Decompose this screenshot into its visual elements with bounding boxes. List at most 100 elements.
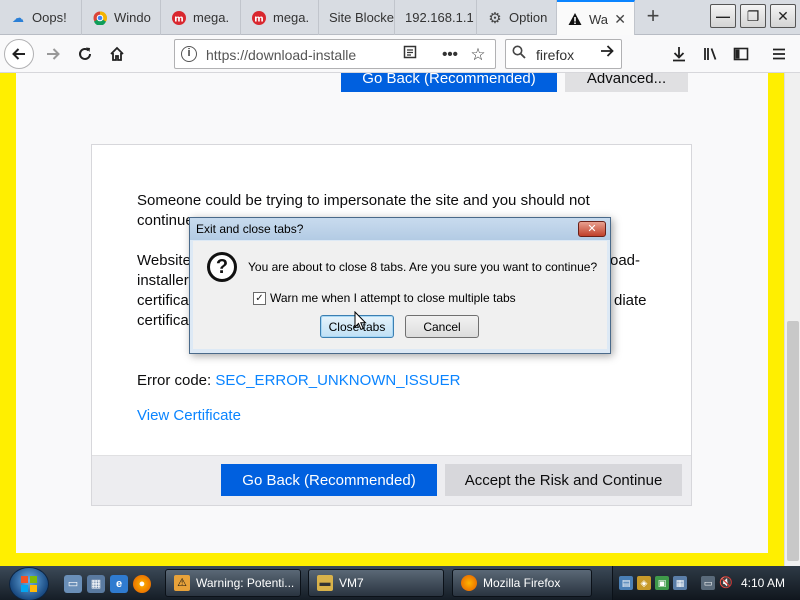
go-back-button[interactable]: Go Back (Recommended) [221,464,437,496]
gear-icon: ⚙ [488,9,502,27]
firefox-icon [461,575,477,591]
dialog-close-button[interactable]: ✕ [578,221,606,237]
cloud-icon: ☁ [12,10,24,25]
dialog-title: Exit and close tabs? [196,222,304,236]
mouse-cursor-icon [354,311,367,331]
tab-warning[interactable]: Wa ✕ [557,0,635,36]
tab-label: mega. [273,10,310,25]
info-icon[interactable]: i [181,46,197,62]
website-text-line-3: certifica [137,292,189,309]
svg-text:m: m [174,14,183,24]
firefox-quicklaunch-icon[interactable]: ● [133,575,151,593]
close-tabs-dialog: Exit and close tabs? ✕ ? You are about t… [189,217,611,354]
scrollbar-thumb[interactable] [787,321,799,561]
volume-muted-icon[interactable]: 🔇 [719,576,733,590]
close-window-button[interactable]: ✕ [770,4,796,28]
tab-oops[interactable]: ☁ Oops! [0,0,82,35]
dialog-titlebar[interactable]: Exit and close tabs? ✕ [190,218,610,240]
svg-text:m: m [254,14,263,24]
tab-windows[interactable]: Windo [82,0,161,35]
warn-checkbox-label: Warn me when I attempt to close multiple… [270,291,516,305]
warn-checkbox[interactable]: ✓ [253,291,266,305]
url-bar[interactable]: i https://download-installe ••• ☆ [174,39,496,69]
taskbar-item-label: VM7 [339,576,364,590]
new-tab-button[interactable]: + [640,4,666,30]
monitor-tray-icon[interactable]: ▭ [701,576,715,590]
folder-icon: ▬ [317,575,333,591]
tab-close-icon[interactable]: ✕ [614,11,626,28]
network-tray-icon[interactable]: ▤ [619,576,633,590]
forward-button[interactable] [40,41,66,67]
library-button[interactable] [698,41,724,67]
bookmark-star-icon[interactable]: ☆ [467,44,489,66]
top-go-back-button[interactable]: Go Back (Recommended) [341,73,557,92]
arrow-right-icon [47,48,60,60]
view-certificate-link[interactable]: View Certificate [137,406,241,426]
website-text-right-1: oad- [610,252,641,269]
error-code-label: Error code: [137,372,216,389]
tab-site-blocker[interactable]: Site Blocke [319,0,395,35]
restore-button[interactable]: ❐ [740,4,766,28]
tab-label: 192.168.1.1 [405,10,474,25]
warn-checkbox-row[interactable]: ✓ Warn me when I attempt to close multip… [253,291,516,305]
cancel-button[interactable]: Cancel [405,315,479,338]
panel-footer: Go Back (Recommended) Accept the Risk an… [92,455,691,505]
navigation-toolbar: i https://download-installe ••• ☆ firefo… [0,35,800,73]
back-button[interactable] [4,39,34,69]
page-actions-icon[interactable]: ••• [439,44,461,66]
firefox-warning-icon: ⚠ [174,575,190,591]
reload-button[interactable] [72,41,98,67]
downloads-button[interactable] [666,41,692,67]
arrow-left-icon [12,48,25,60]
search-icon [512,45,526,63]
chrome-icon [92,10,108,26]
security-tray-icon[interactable]: ◈ [637,576,651,590]
tab-label: Windo [114,10,151,25]
tab-mega-1[interactable]: m mega. [161,0,241,35]
tab-mega-2[interactable]: m mega. [241,0,319,35]
tab-options[interactable]: ⚙ Option [477,0,557,35]
taskbar-item-warning[interactable]: ⚠ Warning: Potenti... [165,569,301,597]
question-icon: ? [207,252,237,282]
tab-label: Wa [589,11,609,27]
show-desktop-icon[interactable]: ▭ [64,575,82,593]
tab-label: Site Blocke [329,10,394,25]
windows-taskbar: ▭ ▦ e ● ⚠ Warning: Potenti... ▬ VM7 Mozi… [0,566,800,600]
website-text-line-1: Website [137,252,191,269]
home-button[interactable] [104,41,130,67]
advanced-button[interactable]: Advanced... [565,73,688,92]
search-input[interactable]: firefox [536,47,574,63]
accept-risk-button[interactable]: Accept the Risk and Continue [445,464,682,496]
search-bar[interactable]: firefox [505,39,622,69]
taskbar-item-label: Mozilla Firefox [483,576,561,590]
warning-text-line-1: Someone could be trying to impersonate t… [137,192,590,209]
taskbar-item-vm7[interactable]: ▬ VM7 [308,569,444,597]
reload-icon [79,47,91,60]
reader-view-icon[interactable] [399,44,421,66]
tab-label: Option [509,10,548,25]
switch-windows-icon[interactable]: ▦ [87,575,105,593]
taskbar-item-firefox[interactable]: Mozilla Firefox [452,569,592,597]
search-go-icon[interactable] [599,43,615,64]
error-code-link[interactable]: SEC_ERROR_UNKNOWN_ISSUER [215,372,460,389]
minimize-button[interactable]: — [710,4,736,28]
update-tray-icon[interactable]: ▣ [655,576,669,590]
warning-text-line-2: continue [137,212,194,229]
start-button[interactable] [9,567,49,600]
website-text-right-3: diate [614,292,647,309]
internet-explorer-icon[interactable]: e [110,575,128,593]
device-tray-icon[interactable]: ▦ [673,576,687,590]
taskbar-item-label: Warning: Potenti... [196,576,295,590]
sidebar-icon [733,47,749,61]
menu-button[interactable] [766,41,792,67]
url-text: https://download-installe [206,47,357,63]
mega-icon: m [251,10,267,26]
clock[interactable]: 4:10 AM [741,576,785,590]
hamburger-menu-icon [773,48,785,60]
windows-logo-icon [21,576,37,592]
dialog-body: ? You are about to close 8 tabs. Are you… [193,241,607,349]
tab-router[interactable]: 192.168.1.1 [395,0,477,35]
vertical-scrollbar[interactable] [784,73,800,566]
home-icon [110,46,124,61]
sidebar-button[interactable] [728,41,754,67]
